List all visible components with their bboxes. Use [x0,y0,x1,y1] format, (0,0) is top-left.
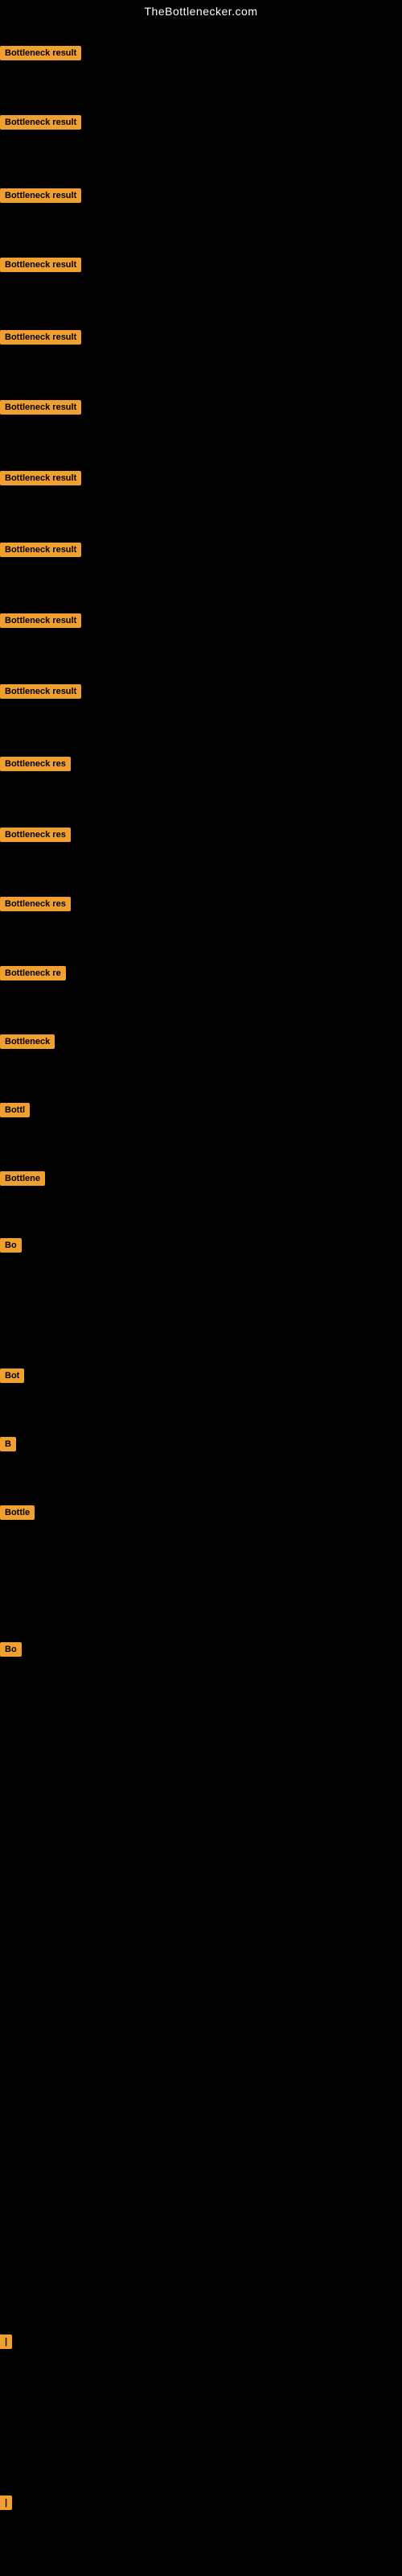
badge-label-20: Bottle [0,1505,35,1520]
badge-label-7: Bottleneck result [0,543,81,557]
bottleneck-badge-11: Bottleneck res [0,828,71,846]
bottleneck-badge-13: Bottleneck re [0,966,66,985]
badge-label-16: Bottlene [0,1171,45,1186]
bottleneck-badge-0: Bottleneck result [0,46,81,64]
bottleneck-badge-9: Bottleneck result [0,684,81,703]
bottleneck-badge-5: Bottleneck result [0,400,81,419]
bottleneck-badge-21: Bo [0,1642,22,1661]
bottleneck-badge-16: Bottlene [0,1171,45,1190]
badge-label-11: Bottleneck res [0,828,71,842]
badge-label-1: Bottleneck result [0,115,81,130]
bottleneck-badge-12: Bottleneck res [0,897,71,915]
badge-label-10: Bottleneck res [0,757,71,771]
bottleneck-badge-3: Bottleneck result [0,258,81,276]
badge-label-6: Bottleneck result [0,471,81,485]
badge-label-18: Bot [0,1368,24,1383]
bottleneck-badge-8: Bottleneck result [0,613,81,632]
badge-label-13: Bottleneck re [0,966,66,980]
badge-label-9: Bottleneck result [0,684,81,699]
line-indicator-1 [0,2496,2,2510]
badge-label-17: Bo [0,1238,22,1253]
bottleneck-badge-15: Bottl [0,1103,30,1121]
badge-label-12: Bottleneck res [0,897,71,911]
bottleneck-badge-18: Bot [0,1368,24,1387]
badge-label-2: Bottleneck result [0,188,81,203]
bottleneck-badge-6: Bottleneck result [0,471,81,489]
badge-label-3: Bottleneck result [0,258,81,272]
bottleneck-badge-10: Bottleneck res [0,757,71,775]
bottleneck-badge-14: Bottleneck [0,1034,55,1053]
bottleneck-badge-4: Bottleneck result [0,330,81,349]
badge-label-14: Bottleneck [0,1034,55,1049]
badge-label-8: Bottleneck result [0,613,81,628]
bottleneck-badge-1: Bottleneck result [0,115,81,134]
badge-label-4: Bottleneck result [0,330,81,345]
site-title: TheBottlenecker.com [0,0,402,21]
badge-label-19: B [0,1437,16,1451]
badge-label-5: Bottleneck result [0,400,81,415]
badge-label-0: Bottleneck result [0,46,81,60]
badge-label-21: Bo [0,1642,22,1657]
bottleneck-badge-2: Bottleneck result [0,188,81,207]
badge-label-15: Bottl [0,1103,30,1117]
bottleneck-badge-7: Bottleneck result [0,543,81,561]
line-indicator-0 [0,2334,2,2349]
bottleneck-badge-17: Bo [0,1238,22,1257]
bottleneck-badge-19: B [0,1437,16,1455]
bottleneck-badge-20: Bottle [0,1505,35,1524]
